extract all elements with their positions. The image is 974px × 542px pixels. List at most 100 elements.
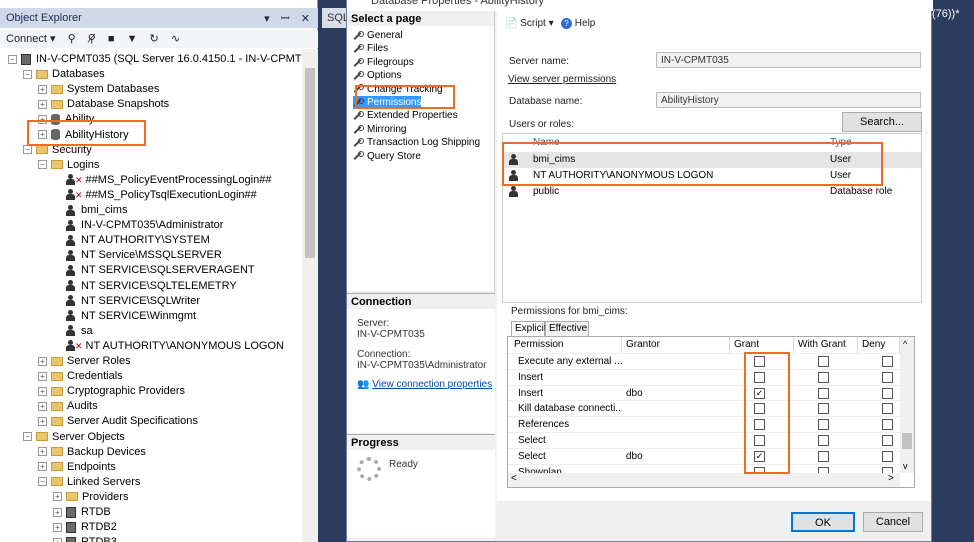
connect-icon[interactable]: ⚲ bbox=[68, 33, 76, 45]
tree-node[interactable]: − Server Objects bbox=[23, 430, 125, 445]
page-item-files[interactable]: Files bbox=[353, 42, 388, 55]
name-column-header[interactable]: Name bbox=[533, 135, 560, 151]
grant-checkbox[interactable]: ✓ bbox=[754, 450, 765, 462]
tree-node[interactable]: − Databases bbox=[23, 67, 105, 82]
deny-checkbox[interactable] bbox=[882, 419, 893, 431]
grant-checkbox[interactable] bbox=[754, 356, 765, 367]
user-row[interactable]: NT AUTHORITY\ANONYMOUS LOGON User bbox=[503, 168, 921, 184]
expand-icon[interactable]: + bbox=[38, 114, 47, 124]
tree-node[interactable]: + Ability bbox=[38, 112, 94, 127]
tree-node[interactable]: + Server Audit Specifications bbox=[38, 414, 198, 429]
scroll-up-icon[interactable]: ^ bbox=[903, 339, 907, 349]
tree-node[interactable]: + Audits bbox=[38, 399, 98, 414]
type-column-header[interactable]: Type bbox=[830, 135, 852, 151]
scroll-left-icon[interactable]: < bbox=[511, 473, 517, 484]
deny-column-header[interactable]: Deny bbox=[858, 337, 900, 353]
page-item-options[interactable]: Options bbox=[353, 69, 401, 82]
filter-icon[interactable]: ▼ bbox=[127, 33, 138, 45]
tree-node[interactable]: + Endpoints bbox=[38, 460, 116, 475]
tree-node[interactable]: NT SERVICE\SQLSERVERAGENT bbox=[53, 263, 255, 278]
expand-icon[interactable]: − bbox=[23, 145, 32, 155]
tree-node[interactable]: + Cryptographic Providers bbox=[38, 384, 185, 399]
tree-node[interactable]: + Database Snapshots bbox=[38, 97, 169, 112]
deny-checkbox[interactable] bbox=[882, 371, 893, 383]
tree-node[interactable]: + RTDB bbox=[53, 505, 111, 520]
scroll-down-icon[interactable]: v bbox=[903, 461, 908, 471]
script-icon[interactable]: 📄 bbox=[505, 18, 517, 29]
tree-node[interactable]: NT SERVICE\SQLWriter bbox=[53, 294, 200, 309]
connect-button[interactable]: Connect ▾ bbox=[6, 33, 56, 45]
tree-node[interactable]: + Providers bbox=[53, 490, 128, 505]
page-item-change-tracking[interactable]: Change Tracking bbox=[353, 83, 443, 96]
tree-node[interactable]: sa bbox=[53, 324, 93, 339]
expand-icon[interactable]: + bbox=[38, 99, 47, 109]
expand-icon[interactable]: + bbox=[38, 130, 47, 140]
page-item-extended-properties[interactable]: Extended Properties bbox=[353, 109, 458, 122]
tree-node[interactable]: ✕ ##MS_PolicyTsqlExecutionLogin## bbox=[53, 188, 257, 203]
tree-node[interactable]: − Security bbox=[23, 143, 92, 158]
expand-icon[interactable]: − bbox=[38, 477, 47, 487]
user-row[interactable]: public Database role bbox=[503, 184, 921, 200]
tree-node[interactable]: IN-V-CPMT035\Administrator bbox=[53, 218, 223, 233]
stop-icon[interactable]: ■ bbox=[108, 33, 115, 45]
help-icon[interactable]: ? bbox=[561, 18, 572, 29]
deny-checkbox[interactable] bbox=[882, 356, 893, 367]
dropdown-icon[interactable]: ▾ bbox=[264, 13, 274, 25]
page-item-permissions[interactable]: Permissions bbox=[353, 96, 422, 109]
deny-checkbox[interactable] bbox=[882, 387, 893, 399]
tab-explicit[interactable]: Explicit bbox=[511, 321, 547, 337]
grantor-column-header[interactable]: Grantor bbox=[622, 337, 730, 353]
grid-scroll-thumb[interactable] bbox=[902, 433, 912, 449]
tree-node[interactable]: NT Service\MSSQLSERVER bbox=[53, 248, 222, 263]
close-icon[interactable]: ✕ bbox=[301, 13, 314, 25]
expand-icon[interactable]: − bbox=[23, 69, 32, 79]
grant-checkbox[interactable] bbox=[754, 403, 765, 415]
database-name-field[interactable]: AbilityHistory bbox=[656, 92, 921, 108]
permission-column-header[interactable]: Permission bbox=[508, 337, 622, 353]
view-connection-properties-link[interactable]: View connection properties bbox=[372, 379, 492, 390]
expand-icon[interactable]: + bbox=[53, 492, 62, 502]
pin-icon[interactable]: ꟷ bbox=[281, 13, 294, 25]
view-server-permissions-link[interactable]: View server permissions bbox=[508, 74, 616, 85]
grant-checkbox[interactable] bbox=[754, 435, 765, 446]
grant-checkbox[interactable] bbox=[754, 371, 765, 383]
tree-node[interactable]: ✕ ##MS_PolicyEventProcessingLogin## bbox=[53, 173, 271, 188]
page-item-mirroring[interactable]: Mirroring bbox=[353, 123, 406, 136]
expand-icon[interactable]: + bbox=[53, 522, 62, 532]
ok-button[interactable]: OK bbox=[791, 512, 855, 532]
expand-icon[interactable]: − bbox=[38, 160, 47, 170]
activity-icon[interactable]: ∿ bbox=[171, 33, 180, 45]
tree-node[interactable]: + Server Roles bbox=[38, 354, 131, 369]
expand-icon[interactable]: + bbox=[38, 462, 47, 472]
expand-icon[interactable]: − bbox=[23, 432, 32, 442]
expand-icon[interactable]: + bbox=[38, 356, 47, 366]
with-grant-checkbox[interactable] bbox=[818, 419, 829, 431]
search-button[interactable]: Search... bbox=[842, 112, 922, 132]
with-grant-checkbox[interactable] bbox=[818, 356, 829, 367]
expand-icon[interactable]: + bbox=[38, 371, 47, 381]
with-grant-checkbox[interactable] bbox=[818, 403, 829, 415]
expand-icon[interactable]: + bbox=[38, 447, 47, 457]
with-grant-checkbox[interactable] bbox=[818, 435, 829, 446]
tab-effective[interactable]: Effective bbox=[545, 321, 589, 337]
expand-icon[interactable]: + bbox=[38, 84, 47, 94]
grid-vertical-scrollbar[interactable]: ^ v bbox=[900, 337, 914, 473]
tree-node[interactable]: + Credentials bbox=[38, 369, 123, 384]
cancel-button[interactable]: Cancel bbox=[863, 512, 923, 532]
user-row[interactable]: bmi_cims User bbox=[503, 152, 921, 168]
page-item-transaction-log-shipping[interactable]: Transaction Log Shipping bbox=[353, 136, 480, 149]
with-grant-checkbox[interactable] bbox=[818, 450, 829, 462]
page-item-general[interactable]: General bbox=[353, 29, 403, 42]
expand-icon[interactable]: + bbox=[53, 537, 62, 542]
tree-node[interactable]: − IN-V-CPMT035 (SQL Server 16.0.4150.1 - … bbox=[8, 52, 302, 67]
server-name-field[interactable]: IN-V-CPMT035 bbox=[656, 52, 921, 68]
tree-node[interactable]: − Linked Servers bbox=[38, 475, 140, 490]
deny-checkbox[interactable] bbox=[882, 450, 893, 462]
deny-checkbox[interactable] bbox=[882, 435, 893, 446]
tree-node[interactable]: NT SERVICE\Winmgmt bbox=[53, 309, 196, 324]
tree-node[interactable]: + AbilityHistory bbox=[38, 128, 129, 143]
refresh-icon[interactable]: ↻ bbox=[150, 33, 159, 45]
page-item-filegroups[interactable]: Filegroups bbox=[353, 56, 414, 69]
expand-icon[interactable]: + bbox=[53, 507, 62, 517]
tree-node[interactable]: NT SERVICE\SQLTELEMETRY bbox=[53, 279, 237, 294]
